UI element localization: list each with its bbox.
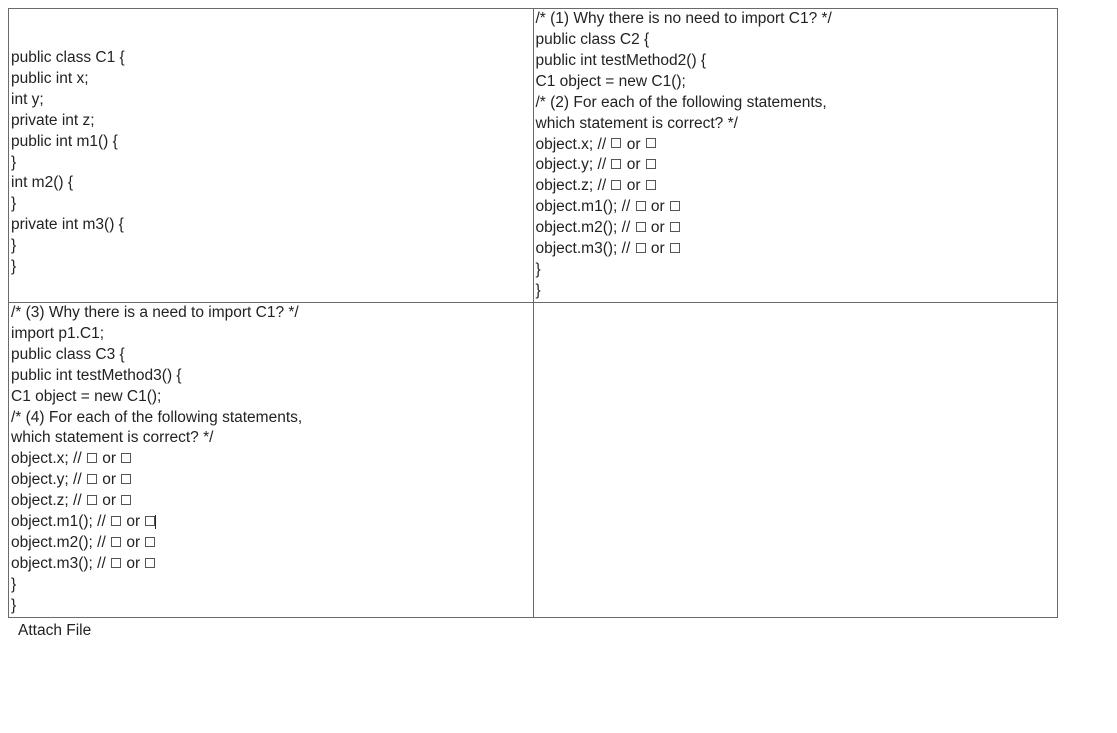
- checkbox-icon: [121, 474, 131, 484]
- code-c1: public class C1 { public int x; int y; p…: [11, 9, 531, 278]
- checkbox-icon: [646, 180, 656, 190]
- checkbox-icon: [646, 159, 656, 169]
- checkbox-icon: [111, 537, 121, 547]
- checkbox-icon: [670, 222, 680, 232]
- cell-c2: /* (1) Why there is no need to import C1…: [533, 9, 1058, 303]
- code-c3: /* (3) Why there is a need to import C1?…: [11, 303, 531, 617]
- checkbox-icon: [87, 453, 97, 463]
- cell-empty: [533, 302, 1058, 617]
- checkbox-icon: [611, 180, 621, 190]
- cell-c3: /* (3) Why there is a need to import C1?…: [9, 302, 534, 617]
- checkbox-icon: [636, 201, 646, 211]
- attach-file-label[interactable]: Attach File: [18, 622, 1109, 640]
- checkbox-icon: [646, 138, 656, 148]
- checkbox-icon: [636, 243, 646, 253]
- code-table: public class C1 { public int x; int y; p…: [8, 8, 1058, 618]
- checkbox-icon: [111, 558, 121, 568]
- checkbox-icon: [611, 138, 621, 148]
- checkbox-icon: [87, 495, 97, 505]
- text-cursor: [155, 515, 156, 529]
- checkbox-icon: [111, 516, 121, 526]
- checkbox-icon: [145, 516, 155, 526]
- checkbox-icon: [611, 159, 621, 169]
- cell-c1: public class C1 { public int x; int y; p…: [9, 9, 534, 303]
- code-c2: /* (1) Why there is no need to import C1…: [536, 9, 1056, 302]
- checkbox-icon: [636, 222, 646, 232]
- checkbox-icon: [145, 558, 155, 568]
- checkbox-icon: [670, 243, 680, 253]
- checkbox-icon: [121, 495, 131, 505]
- checkbox-icon: [121, 453, 131, 463]
- checkbox-icon: [87, 474, 97, 484]
- checkbox-icon: [145, 537, 155, 547]
- checkbox-icon: [670, 201, 680, 211]
